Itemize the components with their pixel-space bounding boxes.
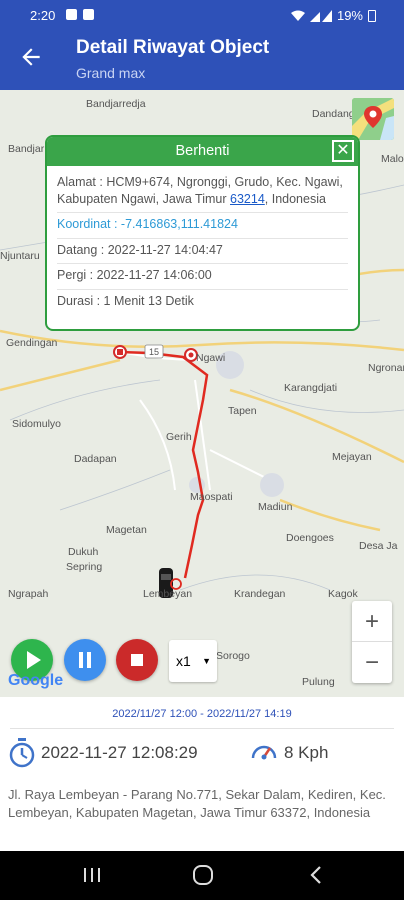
stop-marker-start[interactable]	[113, 345, 127, 359]
place-label: Krandegan	[234, 588, 286, 600]
pause-button[interactable]	[64, 639, 106, 681]
notification-icons	[66, 9, 94, 20]
place-label: Ngawi	[196, 352, 226, 364]
chevron-down-icon: ▼	[202, 656, 211, 666]
google-logo-text: Google	[8, 672, 64, 689]
place-label: Gendingan	[6, 337, 58, 349]
place-label: Magetan	[106, 524, 147, 536]
place-label: Malo	[381, 153, 404, 165]
date-range: 2022/11/27 12:00 - 2022/11/27 14:19	[112, 708, 292, 720]
pause-icon	[79, 652, 91, 668]
popup-departed: Pergi : 2022-11-27 14:06:00	[57, 264, 348, 290]
popup-address: Alamat : HCM9+674, Ngronggi, Grudo, Kec.…	[57, 171, 348, 213]
popup-coordinates[interactable]: Koordinat : -7.416863,111.41824	[57, 213, 348, 239]
stop-button[interactable]	[116, 639, 158, 681]
current-speed: 8 Kph	[284, 743, 329, 762]
place-label: Dadapan	[74, 453, 117, 465]
zoom-in-button[interactable]: +	[352, 601, 392, 642]
place-label: Ngrapah	[8, 588, 49, 600]
playback-speed-value: x1	[176, 653, 191, 669]
zoom-controls: + −	[352, 601, 392, 683]
popup-duration: Durasi : 1 Menit 13 Detik	[57, 293, 194, 308]
stop-info-popup: Berhenti ✕ Alamat : HCM9+674, Ngronggi, …	[45, 135, 360, 331]
popup-arrived: Datang : 2022-11-27 14:04:47	[57, 239, 348, 264]
battery-percent: 19%	[336, 8, 363, 23]
home-icon[interactable]	[192, 863, 214, 887]
place-label: Doengoes	[286, 532, 334, 544]
place-label: Lembeyan	[143, 588, 193, 600]
map-layer-icon	[352, 98, 394, 140]
place-label: Sidomulyo	[12, 418, 62, 430]
current-address: Jl. Raya Lembeyan - Parang No.771, Sekar…	[8, 787, 386, 820]
signal-icon	[309, 9, 332, 22]
place-label: Dandang	[312, 108, 355, 120]
place-label: Njuntaru	[0, 250, 40, 262]
place-label: Bandjarredja	[86, 98, 146, 110]
google-logo: Google	[8, 672, 63, 690]
back-arrow-icon[interactable]	[18, 44, 44, 70]
divider	[10, 728, 394, 729]
wifi-icon	[290, 10, 305, 21]
place-label: Pulung	[302, 676, 335, 688]
place-label: Maospati	[190, 491, 233, 503]
speedometer-icon	[251, 745, 277, 760]
status-time: 2:20	[30, 8, 56, 23]
popup-title: Berhenti	[175, 143, 230, 159]
app-notification-icon	[83, 9, 94, 20]
road-shield-label: 15	[149, 347, 159, 357]
postcode-link[interactable]: 63214	[230, 192, 265, 206]
place-label: Madiun	[258, 501, 293, 513]
playback-speed-select[interactable]: x1 ▼	[169, 640, 217, 682]
place-label: Desa Ja	[359, 540, 398, 552]
back-icon[interactable]	[308, 863, 324, 887]
zoom-out-button[interactable]: −	[352, 642, 392, 683]
status-bar: 2:20 19%	[0, 0, 404, 30]
map-view[interactable]: 15 Bandjarredja Dandang Bandjar Malo Ngr…	[0, 90, 404, 697]
popup-header: Berhenti ✕	[47, 137, 358, 166]
place-label: Bandjar	[8, 143, 45, 155]
page-subtitle: Grand max	[76, 65, 146, 81]
stopwatch-icon	[9, 738, 35, 768]
system-nav-bar	[0, 851, 404, 900]
route-path	[119, 350, 209, 579]
current-timestamp: 2022-11-27 12:08:29	[41, 743, 198, 762]
place-label: Sepring	[66, 561, 103, 573]
page-title: Detail Riwayat Object	[76, 37, 270, 58]
battery-icon	[368, 9, 376, 22]
speed-row: 8 Kph	[250, 738, 328, 768]
place-label: Sorogo	[216, 650, 250, 662]
map-type-button[interactable]	[352, 98, 394, 140]
place-label: Karangdjati	[284, 382, 338, 394]
time-row: 2022-11-27 12:08:29	[8, 738, 198, 768]
popup-address-suffix: , Indonesia	[264, 191, 326, 206]
place-label: Dukuh	[68, 546, 99, 558]
place-label: Tapen	[228, 405, 257, 417]
app-bar: Detail Riwayat Object Grand max	[0, 30, 404, 90]
image-icon	[66, 9, 77, 20]
stop-icon	[131, 654, 143, 666]
close-icon[interactable]: ✕	[332, 140, 354, 162]
place-label: Ngronan	[368, 362, 404, 374]
recent-apps-icon[interactable]	[83, 863, 101, 887]
place-label: Gerih	[166, 431, 192, 443]
place-label: Kagok	[328, 588, 358, 600]
place-label: Mejayan	[332, 451, 372, 463]
